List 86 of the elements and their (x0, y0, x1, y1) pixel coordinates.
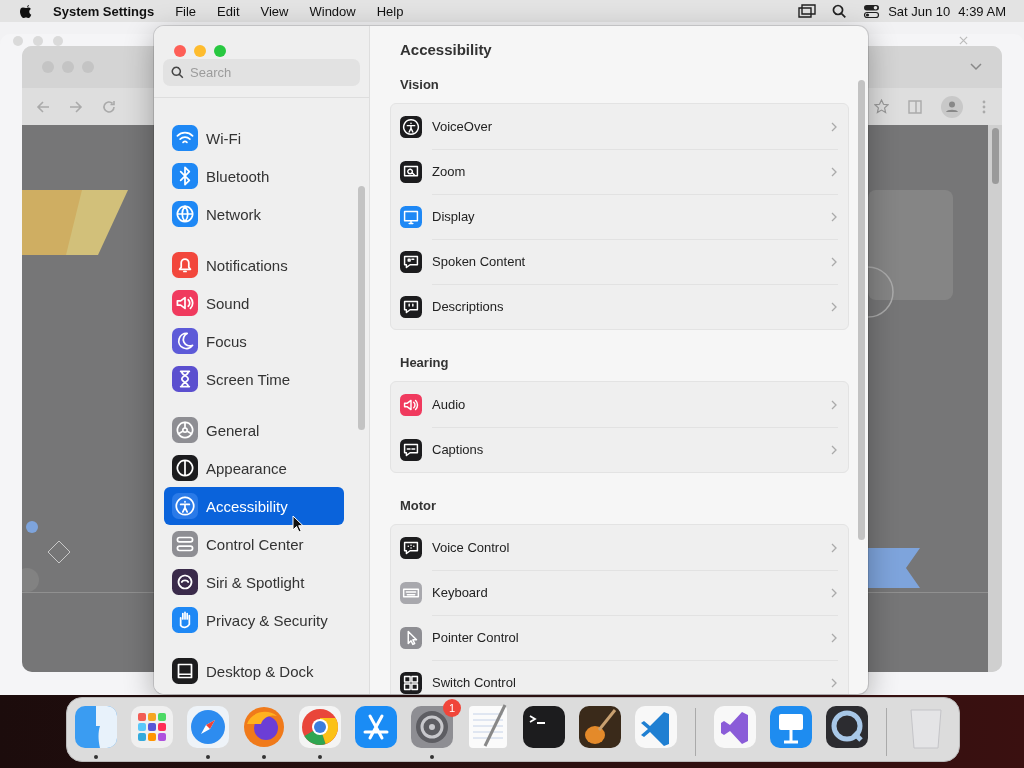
sidebar-item[interactable]: Control Center (164, 525, 344, 563)
search-field[interactable]: Search (163, 59, 360, 86)
sidebar-item[interactable]: Focus (164, 322, 344, 360)
cursor-icon (292, 515, 304, 533)
chevron-down-icon[interactable] (970, 63, 982, 71)
chevron-icon (831, 444, 837, 455)
time-text[interactable]: 4:39 AM (958, 3, 1006, 19)
date-text[interactable]: Sat Jun 10 (888, 3, 951, 19)
app-menu[interactable]: System Settings (53, 3, 155, 19)
guitar-icon[interactable] (577, 704, 623, 750)
settings-row[interactable]: Spoken Content (391, 239, 848, 284)
settings-row[interactable]: Switch Control (391, 660, 848, 694)
sidebar-item[interactable]: Sound (164, 284, 344, 322)
minimize-button[interactable] (194, 45, 206, 57)
sidebar-item[interactable]: Network (164, 195, 344, 233)
back-icon[interactable] (36, 99, 50, 114)
star-icon[interactable] (874, 99, 889, 114)
screens-icon[interactable] (798, 4, 817, 18)
zoom-button[interactable] (214, 45, 226, 57)
sidebar-item[interactable]: Siri & Spotlight (164, 563, 344, 601)
section-heading: Vision (399, 76, 440, 94)
chevron-icon (831, 399, 837, 410)
chevron-icon (831, 542, 837, 553)
more-icon[interactable] (982, 99, 986, 114)
sidebar-item[interactable]: Desktop & Dock (164, 652, 344, 690)
chevron-icon (831, 677, 837, 688)
zoom-button[interactable] (53, 36, 63, 46)
notification-badge: 1 (443, 699, 461, 717)
chevron-icon (831, 301, 837, 312)
sidebar-item[interactable]: Privacy & Security (164, 601, 344, 639)
chevron-mark-icon[interactable] (633, 704, 679, 750)
settings-row[interactable]: VoiceOver (391, 104, 848, 149)
close-button[interactable] (174, 45, 186, 57)
minimize-button[interactable] (33, 36, 43, 46)
search-icon (171, 66, 184, 79)
scrollbar-thumb[interactable] (358, 186, 365, 430)
search-icon[interactable] (832, 3, 848, 19)
a-shape-icon[interactable] (353, 704, 399, 750)
close-icon[interactable] (959, 36, 968, 45)
apple-icon[interactable] (19, 3, 33, 19)
close-button[interactable] (13, 36, 23, 46)
profile-icon[interactable] (941, 95, 963, 118)
sidebar-item[interactable]: Appearance (164, 449, 344, 487)
section-heading: Hearing (399, 354, 450, 372)
menu-item[interactable]: File (175, 3, 197, 19)
sidebar-item[interactable]: Screen Time (164, 360, 344, 398)
settings-row[interactable]: Keyboard (391, 570, 848, 615)
sidebar-item[interactable]: Wi-Fi (164, 119, 344, 157)
settings-row[interactable]: Zoom (391, 149, 848, 194)
chevron-icon (831, 166, 837, 177)
chevron-icon (831, 256, 837, 267)
menu-item[interactable]: Edit (217, 3, 240, 19)
sidebar-item[interactable]: Accessibility (164, 487, 344, 525)
sidebar-item[interactable]: Notifications (164, 246, 344, 284)
settings-row[interactable]: Audio (391, 382, 848, 427)
two-tone-icon[interactable] (73, 704, 119, 750)
infinity-mark-icon[interactable] (712, 704, 758, 750)
scrollbar-thumb[interactable] (858, 80, 865, 540)
menu-item[interactable]: Window (309, 3, 356, 19)
sidebar-item[interactable]: General (164, 411, 344, 449)
compass-icon[interactable] (185, 704, 231, 750)
chevron-icon (831, 211, 837, 222)
chevron-icon (831, 587, 837, 598)
settings-row[interactable]: Display (391, 194, 848, 239)
settings-row[interactable]: Captions (391, 427, 848, 472)
scrollbar-thumb[interactable] (992, 128, 999, 184)
orb-icon[interactable] (241, 704, 287, 750)
section-heading: Motor (399, 497, 438, 515)
app-grid-icon[interactable] (129, 704, 175, 750)
settings-row[interactable]: Voice Control (391, 525, 848, 570)
side-panel-icon[interactable] (908, 99, 922, 114)
settings-row[interactable]: Descriptions (391, 284, 848, 329)
forward-icon[interactable] (69, 99, 83, 114)
menu-item[interactable]: View (260, 3, 289, 19)
page-title: Accessibility (399, 40, 493, 60)
settings-row[interactable]: Pointer Control (391, 615, 848, 660)
gear-icon[interactable] (409, 704, 455, 750)
reload-icon[interactable] (102, 99, 116, 114)
podium-icon[interactable] (768, 704, 814, 750)
magnifier-icon[interactable] (824, 704, 870, 750)
terminal-icon[interactable] (521, 704, 567, 750)
chevron-icon (831, 632, 837, 643)
sidebar-item[interactable]: Bluetooth (164, 157, 344, 195)
chevron-icon (831, 121, 837, 132)
toggles-icon[interactable] (863, 3, 881, 19)
menu-item[interactable]: Help (376, 3, 404, 19)
